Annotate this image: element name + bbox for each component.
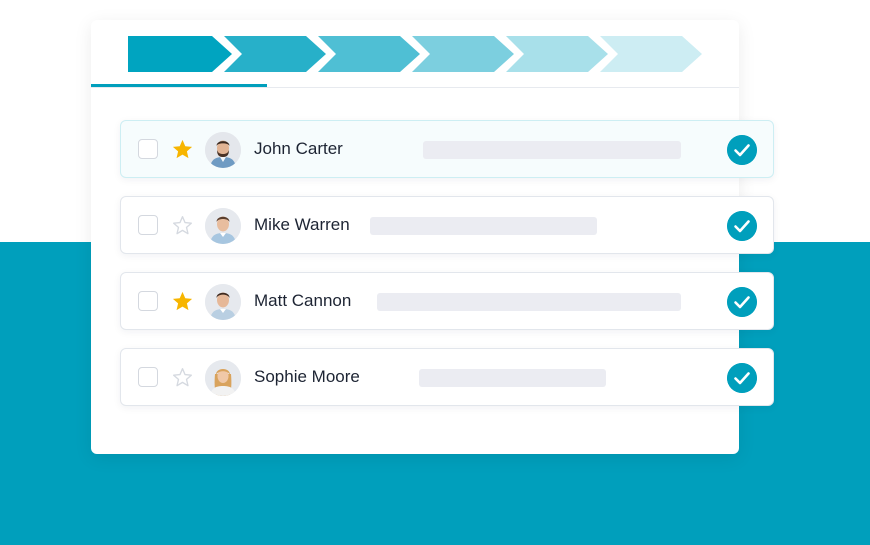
male-bearded-avatar-icon — [205, 132, 241, 168]
avatar — [205, 284, 241, 320]
check-circle-icon[interactable] — [727, 287, 757, 317]
pipeline-stage-3[interactable] — [318, 36, 420, 72]
row-checkbox[interactable] — [138, 139, 158, 159]
male-avatar-icon — [205, 208, 241, 244]
avatar — [205, 132, 241, 168]
contact-row-sophie-moore[interactable]: Sophie Moore — [120, 348, 774, 406]
contact-row-mike-warren[interactable]: Mike Warren — [120, 196, 774, 254]
pipeline-stage-1[interactable] — [128, 36, 232, 72]
female-avatar-icon — [205, 360, 241, 396]
contact-name: John Carter — [254, 139, 343, 158]
star-filled-icon[interactable] — [171, 138, 194, 161]
star-filled-icon[interactable] — [171, 290, 194, 313]
pipeline-stage-6[interactable] — [600, 36, 702, 72]
check-circle-icon[interactable] — [727, 211, 757, 241]
avatar — [205, 360, 241, 396]
row-checkbox[interactable] — [138, 291, 158, 311]
row-checkbox[interactable] — [138, 367, 158, 387]
check-circle-icon[interactable] — [727, 363, 757, 393]
contact-name: Matt Cannon — [254, 291, 352, 310]
header-divider — [91, 87, 739, 88]
placeholder-bar — [377, 293, 681, 311]
contact-row-john-carter[interactable]: John Carter — [120, 120, 774, 178]
star-outline-icon[interactable] — [171, 214, 194, 237]
placeholder-bar — [423, 141, 681, 159]
check-circle-icon[interactable] — [727, 135, 757, 165]
placeholder-bar — [419, 369, 606, 387]
star-outline-icon[interactable] — [171, 366, 194, 389]
pipeline-stage-5[interactable] — [506, 36, 608, 72]
placeholder-bar — [370, 217, 597, 235]
contact-name: Mike Warren — [254, 215, 350, 234]
pipeline-stepper — [128, 36, 702, 72]
contact-name: Sophie Moore — [254, 367, 360, 386]
male-avatar-icon — [205, 284, 241, 320]
contact-row-matt-cannon[interactable]: Matt Cannon — [120, 272, 774, 330]
pipeline-stage-2[interactable] — [224, 36, 326, 72]
avatar — [205, 208, 241, 244]
row-checkbox[interactable] — [138, 215, 158, 235]
pipeline-stage-4[interactable] — [412, 36, 514, 72]
